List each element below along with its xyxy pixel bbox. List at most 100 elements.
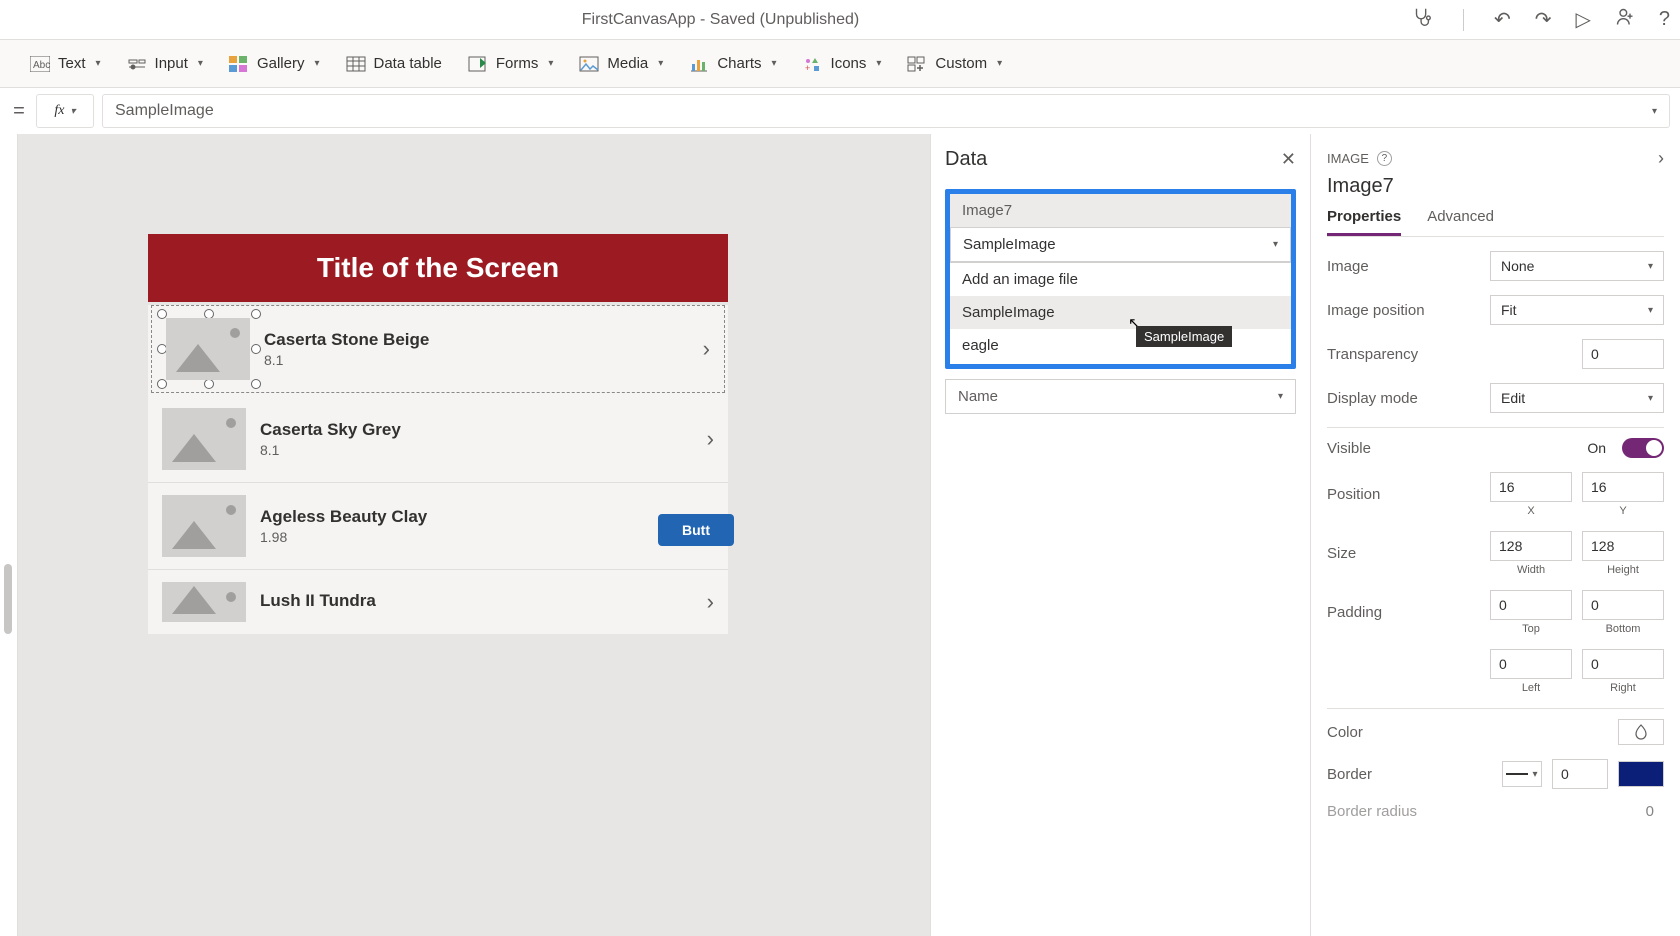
control-type-label: IMAGE (1327, 151, 1369, 166)
transparency-input[interactable]: 0 (1582, 339, 1664, 369)
chevron-right-icon[interactable]: › (703, 336, 710, 362)
app-title: FirstCanvasApp - Saved (Unpublished) (30, 11, 1411, 29)
forms-icon (468, 55, 488, 73)
image-position-select[interactable]: Fit▾ (1490, 295, 1664, 325)
border-width-input[interactable]: 0 (1552, 759, 1608, 789)
chevron-down-icon: ▾ (1648, 261, 1653, 272)
ribbon-input[interactable]: Input▾ (127, 55, 203, 73)
divider (1327, 427, 1664, 428)
chevron-down-icon: ▾ (71, 106, 76, 117)
gallery-icon (229, 55, 249, 73)
item-title: Ageless Beauty Clay (260, 507, 693, 527)
border-style-select[interactable]: ▾ (1502, 761, 1542, 787)
gallery-item[interactable]: Caserta Stone Beige 8.1 › (151, 305, 725, 393)
ribbon-forms[interactable]: Forms▾ (468, 55, 554, 73)
width-input[interactable]: 128 (1490, 531, 1572, 561)
position-y-input[interactable]: 16 (1582, 472, 1664, 502)
chevron-down-icon: ▾ (1652, 106, 1657, 117)
color-swatch[interactable] (1618, 719, 1664, 745)
ribbon-icons[interactable]: + Icons▾ (803, 55, 882, 73)
play-icon[interactable]: ▷ (1575, 7, 1590, 32)
dropdown-option[interactable]: SampleImage (950, 296, 1291, 329)
dropdown-option[interactable]: eagle (950, 329, 1291, 362)
prop-label-transparency: Transparency (1327, 346, 1572, 363)
visible-toggle[interactable] (1622, 438, 1664, 458)
gallery-item[interactable]: Lush II Tundra › (148, 570, 728, 634)
close-icon[interactable]: ✕ (1281, 149, 1296, 170)
scrollbar-thumb[interactable] (4, 564, 12, 634)
position-x-input[interactable]: 16 (1490, 472, 1572, 502)
help-icon[interactable]: ? (1659, 8, 1670, 31)
divider (1327, 708, 1664, 709)
screen-title: Title of the Screen (148, 234, 728, 302)
item-subtitle: 8.1 (264, 352, 689, 368)
display-mode-select[interactable]: Edit▾ (1490, 383, 1664, 413)
padding-left-input[interactable]: 0 (1490, 649, 1572, 679)
ribbon-charts[interactable]: Charts▾ (689, 55, 776, 73)
chevron-right-icon[interactable]: › (707, 589, 714, 615)
icons-icon: + (803, 55, 823, 73)
gallery-item[interactable]: Caserta Sky Grey8.1 › (148, 396, 728, 483)
prop-label-visible: Visible (1327, 440, 1577, 457)
chevron-down-icon: ▾ (548, 58, 553, 69)
height-input[interactable]: 128 (1582, 531, 1664, 561)
left-rail[interactable] (0, 134, 18, 936)
chevron-down-icon: ▾ (1648, 305, 1653, 316)
item-title: Caserta Sky Grey (260, 420, 693, 440)
image-placeholder-icon (162, 408, 246, 470)
svg-text:+: + (805, 63, 810, 72)
image-select[interactable]: None▾ (1490, 251, 1664, 281)
help-icon[interactable]: ? (1377, 151, 1392, 166)
padding-bottom-input[interactable]: 0 (1582, 590, 1664, 620)
prop-label-color: Color (1327, 724, 1608, 741)
prop-label-border-radius: Border radius (1327, 803, 1636, 820)
ribbon-datatable[interactable]: Data table (346, 55, 442, 73)
redo-icon[interactable]: ↷ (1535, 7, 1552, 32)
data-highlight-box: Image7 SampleImage ▾ Add an image file S… (945, 189, 1296, 369)
prop-label-position: Position (1327, 486, 1480, 503)
ribbon-gallery[interactable]: Gallery▾ (229, 55, 320, 73)
border-color-swatch[interactable] (1618, 761, 1664, 787)
prop-label-size: Size (1327, 545, 1480, 562)
padding-top-input[interactable]: 0 (1490, 590, 1572, 620)
image-placeholder-icon (162, 582, 246, 622)
item-subtitle: 1.98 (260, 529, 693, 545)
stethoscope-icon[interactable] (1411, 6, 1433, 34)
charts-icon (689, 55, 709, 73)
gallery-item[interactable]: Ageless Beauty Clay1.98 › (148, 483, 728, 570)
chevron-right-icon[interactable]: › (1658, 148, 1664, 169)
user-icon[interactable] (1615, 7, 1635, 33)
tooltip: SampleImage (1136, 326, 1232, 347)
undo-icon[interactable]: ↶ (1494, 7, 1511, 32)
image-dropdown[interactable]: SampleImage ▾ (950, 227, 1291, 262)
data-panel: Data ✕ Image7 SampleImage ▾ Add an image… (930, 134, 1310, 936)
prop-label-display-mode: Display mode (1327, 390, 1480, 407)
canvas[interactable]: Title of the Screen Caserta Stone Beige 8… (18, 134, 930, 936)
equals-label: = (10, 100, 28, 123)
prop-label-border: Border (1327, 766, 1492, 783)
prop-label-image-position: Image position (1327, 302, 1480, 319)
chevron-down-icon: ▾ (96, 58, 101, 69)
chevron-down-icon: ▾ (1532, 769, 1537, 780)
ribbon-media[interactable]: Media▾ (579, 55, 663, 73)
image-placeholder-icon[interactable] (166, 318, 250, 380)
ribbon-text[interactable]: Abc Text▾ (30, 55, 101, 73)
item-title: Caserta Stone Beige (264, 330, 689, 350)
fx-button[interactable]: fx▾ (36, 94, 94, 128)
dropdown-option[interactable]: Add an image file (950, 263, 1291, 296)
prop-label-padding: Padding (1327, 604, 1480, 621)
chevron-down-icon: ▾ (658, 58, 663, 69)
ribbon-custom[interactable]: Custom▾ (907, 55, 1002, 73)
svg-text:Abc: Abc (33, 60, 50, 71)
input-icon (127, 55, 147, 73)
tab-advanced[interactable]: Advanced (1427, 208, 1494, 236)
tab-properties[interactable]: Properties (1327, 208, 1401, 236)
data-item-label: Image7 (950, 194, 1291, 227)
table-icon (346, 55, 366, 73)
chevron-right-icon[interactable]: › (707, 426, 714, 452)
name-dropdown[interactable]: Name ▾ (945, 379, 1296, 414)
canvas-button[interactable]: Butt (658, 514, 734, 546)
formula-bar[interactable]: SampleImage ▾ (102, 94, 1670, 128)
control-name: Image7 (1327, 175, 1664, 198)
padding-right-input[interactable]: 0 (1582, 649, 1664, 679)
